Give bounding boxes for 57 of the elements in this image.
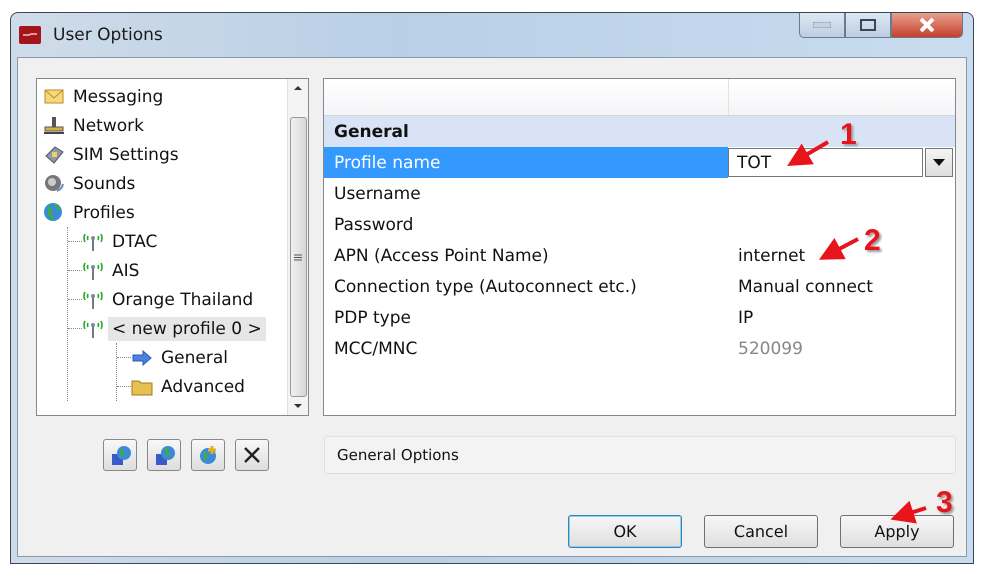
dialog-button[interactable]: Cancel xyxy=(704,515,818,548)
maximize-button[interactable] xyxy=(845,13,891,38)
dialog-button[interactable]: OK xyxy=(568,515,682,548)
globe-icon xyxy=(43,202,65,224)
speaker-icon xyxy=(43,172,65,194)
tree-item[interactable]: DTAC xyxy=(108,230,162,254)
antenna-icon xyxy=(82,288,104,310)
scrollbar[interactable] xyxy=(287,79,308,415)
property-name[interactable]: Connection type (Autoconnect etc.) xyxy=(324,271,728,302)
property-name[interactable]: PDP type xyxy=(324,302,728,333)
scroll-up-icon xyxy=(294,86,302,90)
tree-item[interactable]: Profiles xyxy=(69,200,139,224)
tree-item[interactable]: General xyxy=(157,346,232,370)
dropdown-icon xyxy=(933,158,945,166)
property-value: Manual connect xyxy=(738,276,873,296)
tree-item[interactable]: Sounds xyxy=(69,172,140,196)
maximize-icon xyxy=(860,19,876,31)
sim-icon xyxy=(43,144,65,166)
app-icon xyxy=(19,26,41,44)
grip-icon xyxy=(294,254,302,260)
scroll-down-icon xyxy=(294,404,302,408)
toolbar-button[interactable] xyxy=(235,439,269,471)
save-globe-icon xyxy=(109,444,131,466)
tree-item[interactable]: AIS xyxy=(108,258,144,282)
dialog-button[interactable]: Apply xyxy=(840,515,954,548)
tree-item[interactable]: < new profile 0 > xyxy=(108,316,266,340)
add-globe-icon xyxy=(197,444,219,466)
step-number: 1 xyxy=(840,120,857,150)
antenna-icon xyxy=(82,318,104,340)
description-panel: General Options xyxy=(324,436,956,474)
close-icon xyxy=(918,17,936,33)
step-number: 3 xyxy=(936,488,953,518)
annotation-arrow xyxy=(787,140,830,166)
minimize-button[interactable] xyxy=(799,13,845,38)
dropdown-button[interactable] xyxy=(925,148,953,177)
property-value: 520099 xyxy=(738,338,803,358)
minimize-icon xyxy=(813,22,831,28)
property-value: IP xyxy=(738,308,754,328)
annotation-arrow xyxy=(890,500,927,524)
property-name[interactable]: Username xyxy=(324,178,728,209)
tree-item[interactable]: SIM Settings xyxy=(69,142,183,166)
save-globe-icon xyxy=(153,444,175,466)
network-icon xyxy=(43,114,65,136)
close-button[interactable] xyxy=(891,13,963,38)
property-name[interactable]: APN (Access Point Name) xyxy=(324,240,728,271)
tree-item[interactable]: Advanced xyxy=(157,374,249,398)
tree-item[interactable]: Orange Thailand xyxy=(108,288,258,312)
window-title: User Options xyxy=(53,25,163,45)
tree-item[interactable]: Network xyxy=(69,114,148,138)
step-number: 2 xyxy=(864,226,881,256)
tree-item[interactable]: Messaging xyxy=(69,84,168,108)
profile-name-field[interactable]: TOT xyxy=(728,148,923,177)
antenna-icon xyxy=(82,260,104,282)
property-name[interactable]: Password xyxy=(324,209,728,240)
property-value: internet xyxy=(738,246,806,266)
antenna-icon xyxy=(82,230,104,252)
annotation-arrow xyxy=(818,237,859,260)
